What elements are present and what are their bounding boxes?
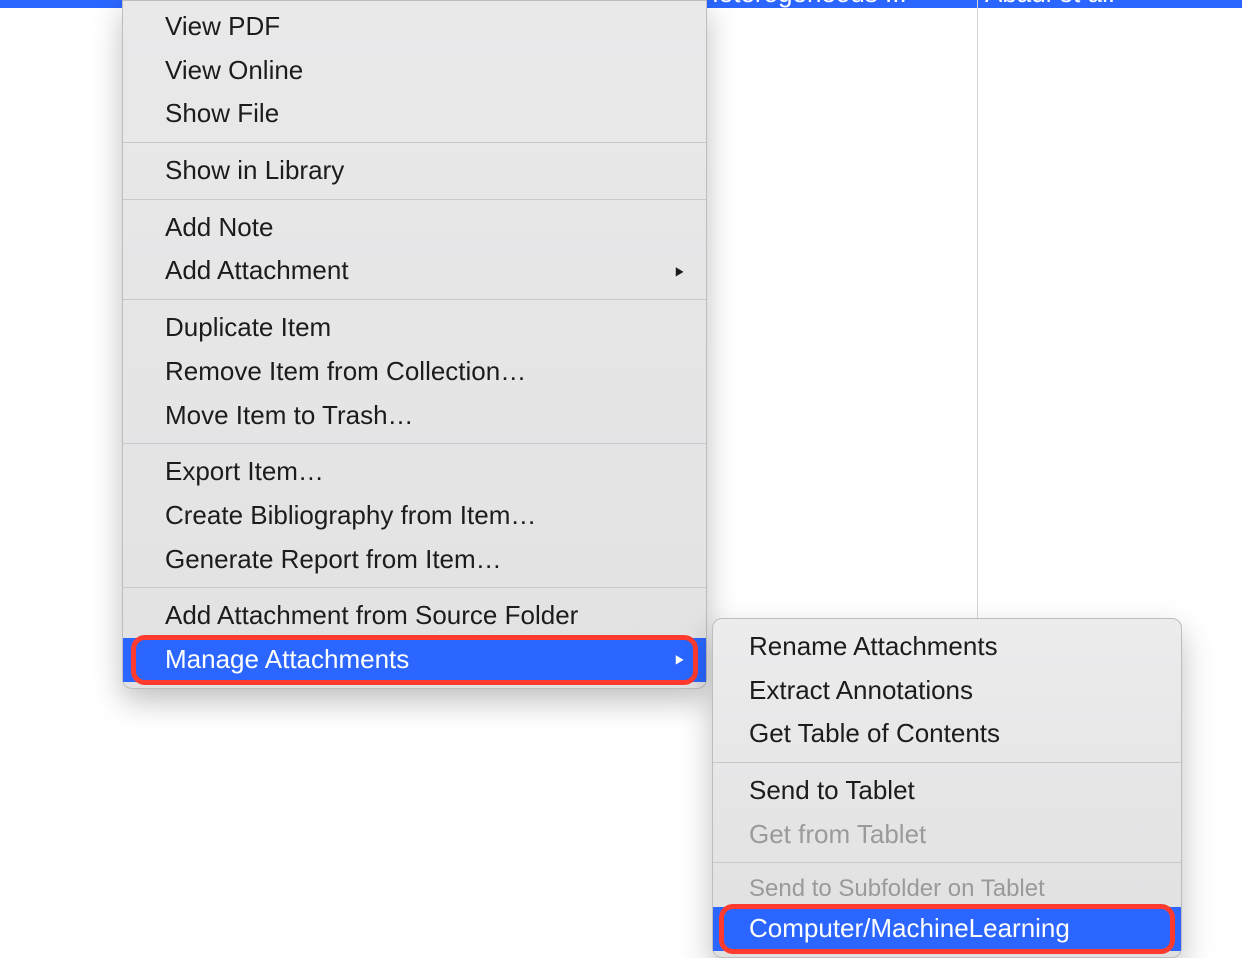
menu-show-in-library[interactable]: Show in Library: [123, 149, 706, 193]
menu-create-bibliography[interactable]: Create Bibliography from Item…: [123, 494, 706, 538]
submenu-get-toc[interactable]: Get Table of Contents: [713, 712, 1181, 756]
context-menu: View PDF View Online Show File Show in L…: [122, 0, 707, 689]
menu-separator: [123, 443, 706, 444]
submenu-subfolder-header: Send to Subfolder on Tablet: [713, 869, 1181, 907]
column-divider: [977, 0, 978, 630]
menu-add-attachment-from-source[interactable]: Add Attachment from Source Folder: [123, 594, 706, 638]
menu-view-pdf[interactable]: View PDF: [123, 5, 706, 49]
manage-attachments-submenu: Rename Attachments Extract Annotations G…: [712, 618, 1182, 958]
submenu-send-to-tablet[interactable]: Send to Tablet: [713, 769, 1181, 813]
menu-duplicate-item[interactable]: Duplicate Item: [123, 306, 706, 350]
submenu-get-from-tablet: Get from Tablet: [713, 813, 1181, 857]
menu-separator: [123, 142, 706, 143]
menu-separator: [123, 199, 706, 200]
submenu-subfolder-computer-ml[interactable]: Computer/MachineLearning: [713, 907, 1181, 951]
menu-export-item[interactable]: Export Item…: [123, 450, 706, 494]
menu-generate-report[interactable]: Generate Report from Item…: [123, 538, 706, 582]
row-title-fragment: Heterogeneous ...: [700, 0, 907, 8]
menu-manage-attachments[interactable]: Manage Attachments ▶: [123, 638, 706, 682]
menu-move-to-trash[interactable]: Move Item to Trash…: [123, 394, 706, 438]
menu-separator: [713, 762, 1181, 763]
menu-view-online[interactable]: View Online: [123, 49, 706, 93]
submenu-arrow-icon: ▶: [675, 651, 683, 668]
row-author-fragment: Abadi et al.: [985, 0, 1115, 8]
menu-show-file[interactable]: Show File: [123, 92, 706, 136]
menu-separator: [123, 299, 706, 300]
menu-remove-from-collection[interactable]: Remove Item from Collection…: [123, 350, 706, 394]
menu-separator: [123, 587, 706, 588]
menu-add-note[interactable]: Add Note: [123, 206, 706, 250]
menu-add-attachment[interactable]: Add Attachment ▶: [123, 249, 706, 293]
submenu-extract-annotations[interactable]: Extract Annotations: [713, 669, 1181, 713]
menu-separator: [713, 862, 1181, 863]
submenu-arrow-icon: ▶: [675, 263, 683, 280]
submenu-rename-attachments[interactable]: Rename Attachments: [713, 625, 1181, 669]
